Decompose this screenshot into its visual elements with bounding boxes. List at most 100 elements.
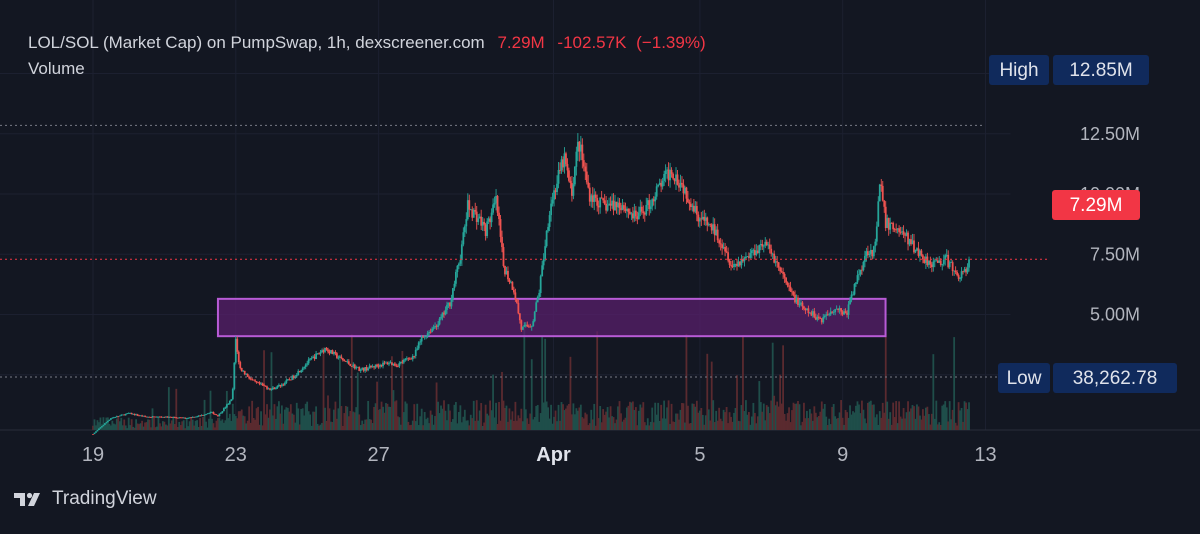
x-tick-label[interactable]: 27: [367, 444, 389, 466]
candle-body: [446, 304, 448, 310]
candle-body: [518, 313, 521, 321]
chart-area[interactable]: 2.50M5.00M7.50M10.00M12.50M15.00M 192327…: [0, 0, 1200, 534]
candle-body: [758, 245, 761, 254]
candle-body: [426, 333, 429, 337]
candle-body: [416, 348, 419, 350]
candle-body: [460, 244, 463, 261]
candle-body: [230, 399, 233, 401]
symbol-title[interactable]: LOL/SOL (Market Cap) on PumpSwap, 1h, de…: [28, 33, 485, 52]
candle-body: [343, 360, 346, 362]
last-price-label: 7.29M: [1070, 195, 1123, 216]
candle-body: [367, 368, 370, 371]
candle-body: [786, 282, 789, 286]
candle-body: [566, 164, 569, 171]
candle-body: [261, 383, 264, 386]
candle-body: [587, 182, 590, 188]
x-tick-label[interactable]: 19: [82, 444, 104, 466]
candle-body: [902, 231, 905, 235]
candle-body: [541, 265, 544, 277]
candle-body: [402, 359, 405, 363]
candle-body: [951, 262, 954, 272]
candle-body: [768, 244, 771, 249]
candle-body: [792, 292, 795, 295]
volume-legend[interactable]: Volume: [28, 59, 85, 79]
candle-body: [92, 434, 94, 435]
candle-body: [118, 415, 121, 417]
candle-body: [477, 218, 480, 222]
candle-body: [706, 217, 709, 226]
volume-bar: [953, 337, 956, 430]
x-tick-label[interactable]: Apr: [536, 444, 571, 466]
candle-body: [538, 293, 541, 297]
candle-body: [468, 200, 471, 210]
volume-bar: [175, 388, 178, 430]
candle-body: [228, 400, 231, 404]
candle-body: [813, 311, 816, 318]
x-tick-label[interactable]: 5: [694, 444, 705, 466]
candle-body: [539, 276, 542, 294]
candle-body: [807, 308, 810, 314]
candle-body: [276, 385, 279, 388]
candle-body: [649, 206, 652, 210]
candle-body: [498, 212, 500, 220]
candle-body: [327, 349, 329, 352]
candle-body: [425, 336, 428, 338]
candle-body: [728, 260, 731, 265]
x-tick-label[interactable]: 9: [837, 444, 848, 466]
candle-body: [463, 226, 466, 233]
candle-body: [414, 349, 417, 357]
candle-body: [557, 169, 560, 184]
candle-body: [310, 357, 313, 359]
candle-body: [243, 370, 246, 375]
candle-body: [954, 270, 957, 273]
candle-body: [844, 311, 847, 313]
candle-body: [956, 272, 959, 276]
x-tick-label[interactable]: 23: [225, 444, 247, 466]
candle-body: [785, 277, 787, 283]
candle-body: [727, 252, 729, 261]
candle-body: [508, 279, 511, 283]
candle-body: [828, 314, 831, 316]
candle-body: [501, 236, 503, 248]
candle-body: [550, 203, 552, 216]
candle-body: [874, 241, 877, 247]
candle-body: [212, 412, 215, 415]
candle-body: [452, 288, 454, 300]
candle-body: [688, 202, 691, 204]
candle-body: [325, 347, 328, 350]
support-zone-rect[interactable]: [216, 297, 887, 338]
tradingview-brand[interactable]: TradingView: [14, 488, 157, 510]
candle-body: [307, 359, 310, 364]
candle-body: [493, 203, 496, 205]
candlestick-chart[interactable]: 2.50M5.00M7.50M10.00M12.50M15.00M 192327…: [0, 0, 1200, 529]
x-tick-label[interactable]: 13: [974, 444, 996, 466]
candle-body: [606, 205, 609, 211]
candle-body: [218, 413, 221, 417]
candle-body: [545, 230, 548, 247]
candle-body: [462, 232, 465, 245]
candle-body: [623, 205, 625, 209]
y-tick-label[interactable]: 7.50M: [1090, 244, 1140, 264]
y-tick-label[interactable]: 12.50M: [1080, 124, 1140, 144]
candle-body: [852, 294, 854, 296]
candle-body: [301, 368, 304, 371]
candle-body: [877, 201, 880, 227]
candle-body: [575, 151, 578, 167]
candle-body: [914, 249, 917, 253]
candle-body: [834, 309, 837, 313]
candle-body: [275, 387, 277, 390]
candle-body: [569, 180, 572, 184]
candle-body: [603, 200, 606, 204]
candle-body: [187, 418, 190, 419]
candle-body: [336, 353, 338, 358]
candle-body: [490, 212, 493, 223]
volume-bar: [968, 402, 970, 430]
candle-body: [255, 381, 258, 383]
candle-body: [920, 250, 923, 256]
y-tick-label[interactable]: 5.00M: [1090, 305, 1140, 325]
candle-body: [929, 260, 932, 265]
candle-body: [858, 274, 860, 276]
candle-body: [103, 423, 106, 425]
candle-body: [681, 182, 683, 185]
support-zone[interactable]: [216, 297, 887, 338]
